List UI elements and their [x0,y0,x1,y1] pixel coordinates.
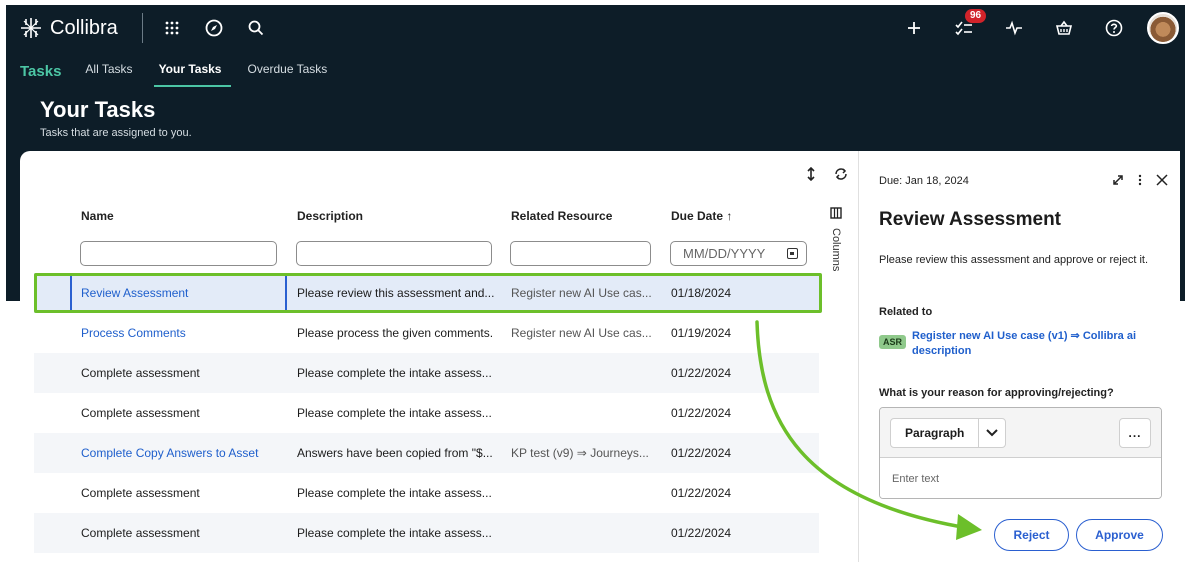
column-header-related-resource[interactable]: Related Resource [511,209,612,223]
tab-overdue-tasks[interactable]: Overdue Tasks [247,62,327,80]
task-description: Please complete the intake assess... [297,366,492,380]
table-row[interactable]: Review Assessment Please review this ass… [34,273,819,313]
task-name[interactable]: Complete assessment [81,406,200,420]
page-title: Your Tasks [40,97,156,122]
top-bar: Collibra 96 [6,5,1185,51]
approve-button[interactable]: Approve [1076,519,1163,551]
calendar-icon[interactable] [787,248,798,259]
column-header-due-date[interactable]: Due Date ↑ [671,209,732,223]
row-column-divider [285,273,287,313]
column-header-name[interactable]: Name [81,209,114,223]
more-vertical-icon[interactable] [1138,173,1142,189]
divider [141,13,143,43]
description-filter-input[interactable] [296,241,492,266]
basket-icon[interactable] [1053,17,1075,39]
task-resource: Register new AI Use cas... [511,286,652,300]
task-due-date: 01/19/2024 [671,326,732,340]
task-description: Please process the given comments. [297,326,494,340]
brand-name: Collibra [50,16,118,39]
sort-height-icon[interactable] [806,166,816,184]
refresh-icon[interactable] [834,167,848,184]
task-due-date: 01/22/2024 [671,486,732,500]
panel-title: Review Assessment [879,209,1062,230]
plus-icon[interactable] [903,17,925,39]
task-resource: Register new AI Use cas... [511,326,652,340]
table-row[interactable]: Complete assessment Please complete the … [34,513,819,553]
task-detail-panel: Due: Jan 18, 2024 Review Assessment Plea… [858,151,1180,562]
name-filter-input[interactable] [80,241,277,266]
tasks-checklist-icon[interactable]: 96 [953,9,987,39]
table-row[interactable]: Complete Copy Answers to Asset Answers h… [34,433,819,473]
task-name[interactable]: Complete assessment [81,486,200,500]
apps-grid-icon[interactable] [161,17,183,39]
search-icon[interactable] [245,17,267,39]
asset-type-badge: ASR [879,335,907,349]
tab-your-tasks[interactable]: Your Tasks [153,62,232,87]
due-date-label: Due: Jan 18, 2024 [879,175,969,187]
page-subtitle: Tasks that are assigned to you. [40,127,192,139]
help-icon[interactable] [1103,17,1125,39]
format-select-label: Paragraph [891,419,980,447]
avatar[interactable] [1147,12,1179,44]
due-date-filter-input[interactable]: MM/DD/YYYY [670,241,807,266]
related-label: Related to [879,306,933,318]
collibra-logo-icon [21,18,41,38]
task-name-link[interactable]: Review Assessment [81,286,188,300]
column-header-description[interactable]: Description [297,209,363,223]
close-icon[interactable] [1156,173,1168,189]
task-name-link[interactable]: Process Comments [81,326,186,340]
activity-icon[interactable] [1003,17,1025,39]
columns-icon [830,207,842,219]
task-description: Please review this assessment and... [297,286,495,300]
task-name-link[interactable]: Complete Copy Answers to Asset [81,446,258,460]
table-row[interactable]: Complete assessment Please complete the … [34,353,819,393]
columns-toggle[interactable]: Columns [826,207,848,271]
chevron-down-icon [979,428,1005,438]
reason-label: What is your reason for approving/reject… [879,387,1114,399]
panel-toolbar [1112,173,1168,189]
task-name[interactable]: Complete assessment [81,526,200,540]
notification-badge: 96 [965,9,987,23]
columns-label: Columns [830,228,842,272]
row-selection-indicator [70,273,72,313]
table-row[interactable]: Complete assessment Please complete the … [34,473,819,513]
editor-toolbar: Paragraph ... [880,408,1161,458]
reason-editor: Paragraph ... [879,407,1162,499]
task-resource: KP test (v9) ⇒ Journeys... [511,446,649,460]
panel-description: Please review this assessment and approv… [879,254,1149,266]
format-select[interactable]: Paragraph [890,418,1006,448]
task-description: Please complete the intake assess... [297,526,492,540]
reject-button[interactable]: Reject [994,519,1069,551]
table-row[interactable]: Process Comments Please process the give… [34,313,819,353]
expand-icon[interactable] [1112,173,1124,189]
related-resource-link[interactable]: Register new AI Use case (v1) ⇒ Collibra… [912,329,1162,359]
task-due-date: 01/22/2024 [671,446,732,460]
more-options-button[interactable]: ... [1119,418,1151,448]
task-description: Please complete the intake assess... [297,486,492,500]
table-row[interactable]: Complete assessment Please complete the … [34,393,819,433]
date-placeholder: MM/DD/YYYY [683,246,766,261]
task-due-date: 01/22/2024 [671,366,732,380]
resource-filter-input[interactable] [510,241,651,266]
table-toolbar [806,166,848,184]
brand-logo[interactable]: Collibra [20,17,118,40]
tab-all-tasks[interactable]: All Tasks [85,62,132,80]
task-description: Please complete the intake assess... [297,406,492,420]
task-due-date: 01/22/2024 [671,406,732,420]
section-title: Tasks [20,62,62,80]
task-due-date: 01/22/2024 [671,526,732,540]
task-name[interactable]: Complete assessment [81,366,200,380]
reason-text-input[interactable] [880,459,1161,498]
task-description: Answers have been copied from "$... [297,446,493,460]
compass-icon[interactable] [203,17,225,39]
tasks-nav: Tasks All Tasks Your Tasks Overdue Tasks [6,56,353,87]
task-due-date: 01/18/2024 [671,286,732,300]
